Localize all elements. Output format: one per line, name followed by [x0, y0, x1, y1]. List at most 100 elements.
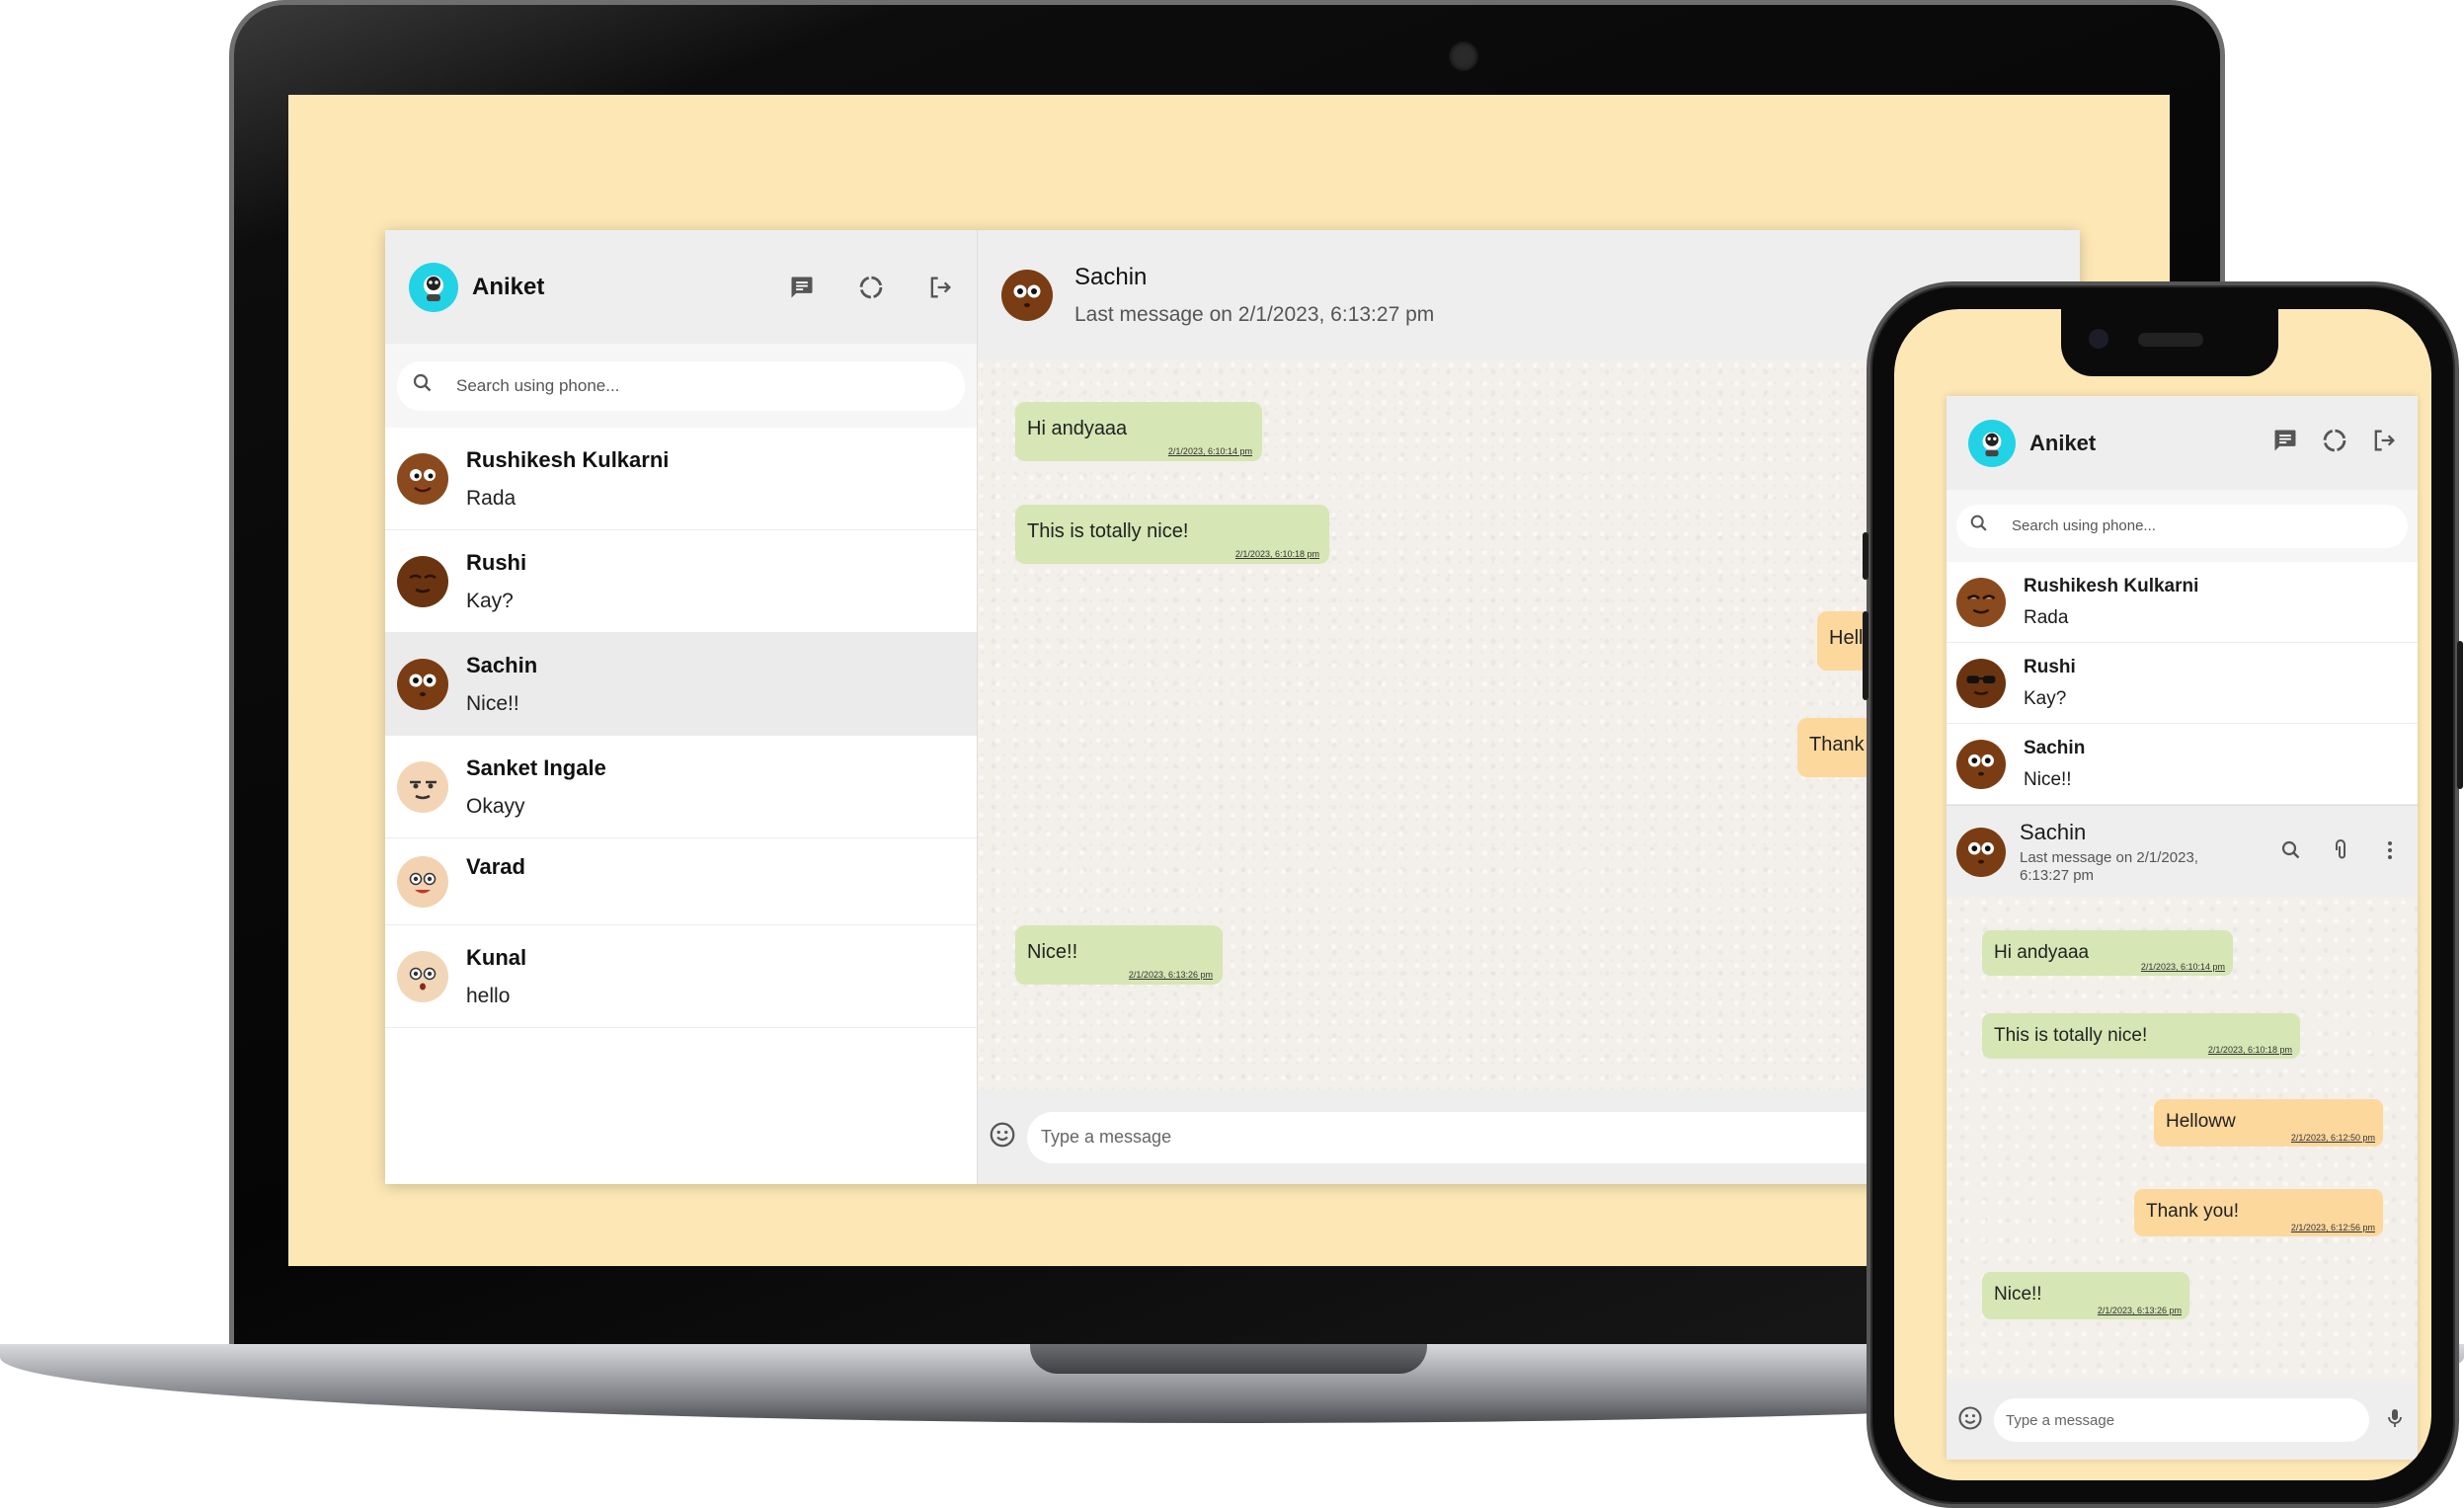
chat-last-message: Kay?	[466, 589, 514, 612]
chat-name: Sachin	[466, 652, 538, 677]
status-icon[interactable]	[856, 273, 886, 302]
message-bubble: Helloww 2/1/2023, 6:12:50 pm	[2154, 1099, 2383, 1147]
chat-name: Sachin	[2024, 737, 2086, 758]
front-camera	[2089, 329, 2108, 349]
chat-list: Rushikesh Kulkarni Rada Rushi Kay? Sachi…	[385, 428, 977, 1028]
new-chat-icon[interactable]	[2271, 427, 2299, 459]
message-bubble: This is totally nice! 2/1/2023, 6:10:18 …	[1015, 505, 1329, 564]
message-timestamp: 2/1/2023, 6:10:14 pm	[2140, 962, 2225, 972]
message-text: Nice!!	[1994, 1284, 2042, 1305]
phone-side-button	[1863, 611, 1868, 700]
emoji-icon[interactable]	[988, 1120, 1017, 1154]
message-text: This is totally nice!	[1027, 520, 1189, 542]
conversation-header: Sachin Last message on 2/1/2023, 6:13:27…	[1947, 805, 2418, 899]
search-input[interactable]	[2012, 517, 2396, 534]
message-bubble: Nice!! 2/1/2023, 6:13:26 pm	[1015, 925, 1223, 985]
chat-item-rushi[interactable]: Rushi Kay?	[385, 530, 977, 633]
message-text: Thank you!	[2146, 1201, 2239, 1222]
chat-name: Varad	[466, 853, 525, 879]
phone-side-button	[2457, 641, 2463, 789]
message-bubble: Hi andyaaa 2/1/2023, 6:10:14 pm	[1982, 930, 2233, 976]
search-box	[1956, 504, 2408, 548]
chat-last-message: Nice!!	[466, 691, 519, 715]
logout-icon[interactable]	[925, 273, 955, 302]
message-timestamp: 2/1/2023, 6:13:26 pm	[2097, 1306, 2182, 1315]
contact-avatar	[1956, 577, 2006, 627]
message-bubble: Thank you! 2/1/2023, 6:12:56 pm	[2134, 1189, 2383, 1236]
message-text: Hi andyaaa	[1027, 418, 1128, 439]
user-name: Aniket	[2029, 430, 2097, 455]
message-bubble: Nice!! 2/1/2023, 6:13:26 pm	[1982, 1272, 2189, 1319]
message-timestamp: 2/1/2023, 6:12:50 pm	[2290, 1133, 2375, 1143]
chat-item-rushikesh[interactable]: Rushikesh Kulkarni Rada	[385, 428, 977, 530]
message-timestamp: 2/1/2023, 6:13:26 pm	[1128, 970, 1213, 980]
chat-last-message: Kay?	[2024, 687, 2067, 709]
chat-last-message: Rada	[2024, 606, 2069, 628]
chat-item-rushikesh[interactable]: Rushikesh Kulkarni Rada	[1947, 562, 2418, 643]
conversation-last-seen: Last message on 2/1/2023, 6:13:27 pm	[1074, 302, 1435, 326]
webcam	[1449, 41, 1478, 71]
phone-screen: Aniket Rushi	[1894, 309, 2431, 1480]
user-name: Aniket	[472, 273, 545, 300]
contact-avatar	[397, 555, 448, 607]
chat-item-sanket[interactable]: Sanket Ingale Okayy	[385, 736, 977, 838]
chat-item-kunal[interactable]: Kunal hello	[385, 925, 977, 1028]
emoji-icon[interactable]	[1956, 1404, 1984, 1437]
laptop-hinge-notch	[1030, 1344, 1427, 1374]
microphone-icon[interactable]	[2383, 1405, 2407, 1436]
chat-item-varad[interactable]: Varad	[385, 838, 977, 925]
conversation-name: Sachin	[2020, 820, 2087, 844]
logout-icon[interactable]	[2370, 427, 2398, 459]
chat-name: Rushi	[2024, 656, 2076, 677]
search-input[interactable]	[456, 375, 951, 396]
phone-side-button	[1863, 532, 1868, 580]
search-icon	[1968, 513, 1990, 539]
search-icon	[411, 371, 435, 400]
message-composer	[1947, 1381, 2418, 1460]
search-icon[interactable]	[2279, 838, 2303, 867]
chat-list: Rushikesh Kulkarni Rada Rushi Kay? Sachi…	[1947, 562, 2418, 805]
more-options-icon[interactable]	[2378, 838, 2402, 867]
message-input[interactable]	[1994, 1398, 2369, 1442]
sidebar: Aniket Search using phone... Rushikesh K…	[385, 230, 978, 1184]
desktop-chat-app: Aniket Search using phone... Rushikesh K…	[385, 230, 2080, 1184]
user-avatar[interactable]	[1968, 419, 2016, 467]
user-avatar[interactable]	[409, 262, 458, 312]
chat-item-rushi[interactable]: Rushi Kay?	[1947, 643, 2418, 724]
message-text: This is totally nice!	[1994, 1025, 2148, 1046]
message-bubble: Hi andyaaa 2/1/2023, 6:10:14 pm	[1015, 402, 1262, 461]
message-timestamp: 2/1/2023, 6:10:18 pm	[2207, 1045, 2292, 1055]
contact-avatar[interactable]	[1001, 269, 1053, 321]
message-text: Nice!!	[1027, 941, 1078, 963]
message-input[interactable]	[1027, 1111, 1916, 1163]
contact-avatar	[1956, 658, 2006, 708]
earpiece-speaker	[2138, 333, 2203, 347]
chat-last-message: hello	[466, 984, 511, 1007]
contact-avatar	[397, 855, 448, 908]
contact-avatar	[1956, 739, 2006, 789]
chat-last-message: Rada	[466, 486, 517, 510]
conversation-name: Sachin	[1074, 263, 1148, 290]
phone-notch	[2061, 309, 2278, 376]
sidebar-header: Aniket	[385, 230, 977, 344]
status-icon[interactable]	[2321, 427, 2348, 459]
new-chat-icon[interactable]	[787, 273, 817, 302]
attach-icon[interactable]	[2329, 838, 2352, 867]
contact-avatar[interactable]	[1956, 828, 2006, 877]
search-bar	[1947, 490, 2418, 562]
message-timestamp: 2/1/2023, 6:10:14 pm	[1167, 446, 1252, 456]
chat-name: Rushi	[466, 549, 527, 575]
chat-item-sachin[interactable]: Sachin Nice!!	[385, 633, 977, 736]
conversation-last-seen: Last message on 2/1/2023, 6:13:27 pm	[2020, 849, 2198, 884]
contact-avatar	[397, 950, 448, 1002]
chat-name: Rushikesh Kulkarni	[466, 446, 670, 472]
chat-name: Rushikesh Kulkarni	[2024, 575, 2199, 596]
chat-last-message: Okayy	[466, 794, 525, 818]
search-bar	[385, 344, 977, 428]
chat-item-sachin[interactable]: Sachin Nice!!	[1947, 724, 2418, 805]
message-timestamp: 2/1/2023, 6:10:18 pm	[1234, 549, 1319, 559]
chat-name: Kunal	[466, 944, 527, 970]
message-area: Hi andyaaa 2/1/2023, 6:10:14 pm This is …	[1947, 897, 2418, 1381]
contact-avatar	[397, 760, 448, 813]
mobile-chat-app: Aniket Rushi	[1947, 396, 2418, 1460]
